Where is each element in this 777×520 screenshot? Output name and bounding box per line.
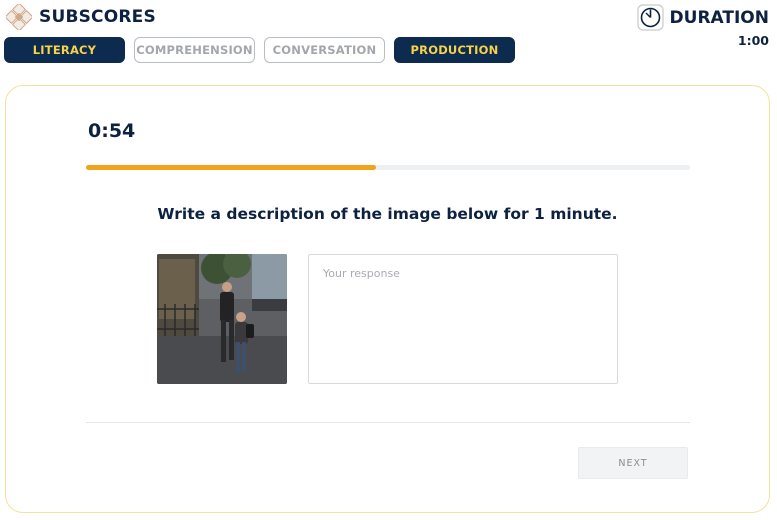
duration-panel: DURATION 1:00 — [636, 4, 769, 48]
tab-production[interactable]: PRODUCTION — [394, 37, 515, 63]
response-input[interactable] — [308, 254, 618, 384]
next-button[interactable]: NEXT — [578, 447, 688, 479]
tab-conversation[interactable]: CONVERSATION — [264, 37, 385, 63]
tab-comprehension[interactable]: COMPREHENSION — [134, 37, 255, 63]
progress-bar — [86, 165, 690, 170]
tab-literacy[interactable]: LITERACY — [4, 37, 125, 63]
header-brand: SUBSCORES — [6, 4, 156, 30]
subscores-title: SUBSCORES — [39, 7, 156, 27]
duration-title: DURATION — [669, 7, 769, 28]
question-card: 0:54 Write a description of the image be… — [5, 85, 770, 513]
progress-bar-fill — [86, 165, 376, 170]
diamond-logo-icon — [6, 4, 32, 30]
duration-value: 1:00 — [737, 33, 769, 48]
question-prompt: Write a description of the image below f… — [157, 205, 618, 223]
divider — [86, 422, 690, 423]
countdown-timer: 0:54 — [88, 120, 136, 142]
prompt-image — [157, 254, 287, 384]
clock-icon — [636, 4, 664, 31]
